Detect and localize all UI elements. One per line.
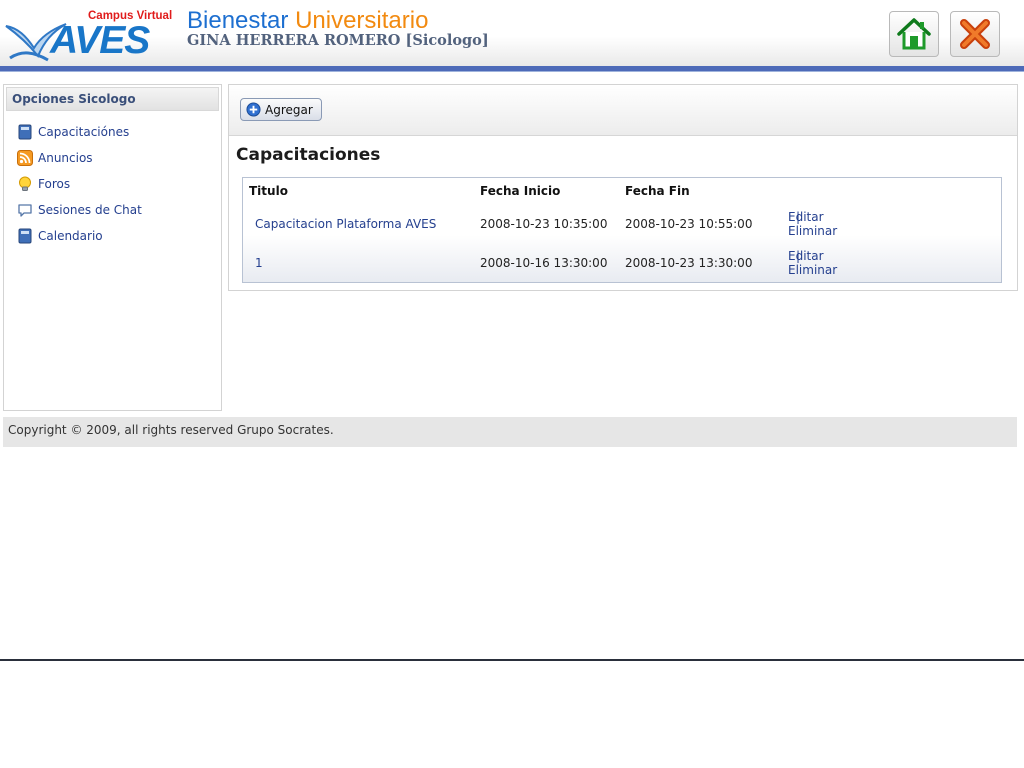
- table-row: 1 2008-10-16 13:30:00 2008-10-23 13:30:0…: [243, 245, 1001, 283]
- row-start-date: 2008-10-16 13:30:00: [480, 256, 608, 270]
- column-header-fecha-fin: Fecha Fin: [625, 184, 690, 198]
- close-icon: [960, 19, 990, 49]
- table-header: Titulo Fecha Inicio Fecha Fin: [243, 178, 1001, 204]
- delete-link[interactable]: Eliminar: [788, 224, 837, 238]
- chat-bubble-icon: [18, 204, 32, 217]
- table-row: Capacitacion Plataforma AVES 2008-10-23 …: [243, 206, 1001, 244]
- bottom-divider: [0, 659, 1024, 661]
- rss-icon: [17, 150, 33, 166]
- sidebar-item-label: Capacitaciónes: [38, 125, 130, 139]
- app-title: Bienestar Universitario: [187, 7, 428, 35]
- row-title-link[interactable]: Capacitacion Plataforma AVES: [255, 217, 436, 231]
- aves-logo: Campus Virtual AVES: [4, 8, 172, 62]
- book-icon: [18, 124, 32, 140]
- row-end-date: 2008-10-23 13:30:00: [625, 256, 753, 270]
- capacitaciones-table: Titulo Fecha Inicio Fecha Fin Capacitaci…: [242, 177, 1002, 283]
- column-header-fecha-inicio: Fecha Inicio: [480, 184, 561, 198]
- app-title-part1: Bienestar: [187, 7, 289, 34]
- home-button[interactable]: [889, 11, 939, 57]
- section-title: Capacitaciones: [236, 145, 381, 165]
- add-circle-icon: [246, 102, 261, 117]
- row-title-link[interactable]: 1: [255, 256, 263, 270]
- delete-link[interactable]: Eliminar: [788, 263, 837, 277]
- user-name: GINA HERRERA ROMERO [Sicologo]: [187, 32, 489, 49]
- column-header-titulo: Titulo: [249, 184, 288, 198]
- add-button-label: Agregar: [265, 102, 313, 117]
- lightbulb-icon: [19, 176, 31, 191]
- sidebar-item-label: Anuncios: [38, 151, 93, 165]
- header: Campus Virtual AVES Bienestar Universita…: [0, 0, 1024, 66]
- home-icon: [897, 18, 931, 50]
- book-icon: [18, 228, 32, 244]
- sidebar-item-capacitaciones[interactable]: Capacitaciónes: [4, 119, 221, 145]
- header-divider: [0, 66, 1024, 72]
- action-separator: |: [796, 249, 801, 263]
- sidebar-item-sesiones-de-chat[interactable]: Sesiones de Chat: [4, 197, 221, 223]
- edit-link[interactable]: Editar: [788, 210, 824, 224]
- sidebar-item-anuncios[interactable]: Anuncios: [4, 145, 221, 171]
- sidebar-item-calendario[interactable]: Calendario: [4, 223, 221, 249]
- app-title-part2: Universitario: [295, 7, 429, 34]
- sidebar-item-label: Sesiones de Chat: [38, 203, 142, 217]
- footer: Copyright © 2009, all rights reserved Gr…: [3, 417, 1017, 447]
- sidebar-item-label: Foros: [38, 177, 71, 191]
- add-button[interactable]: Agregar: [240, 98, 322, 121]
- row-start-date: 2008-10-23 10:35:00: [480, 217, 608, 231]
- logo-wordmark: AVES: [50, 19, 150, 62]
- action-separator: |: [796, 210, 801, 224]
- row-end-date: 2008-10-23 10:55:00: [625, 217, 753, 231]
- main-panel: Agregar Capacitaciones Titulo Fecha Inic…: [228, 84, 1018, 291]
- sidebar-heading: Opciones Sicologo: [6, 87, 219, 111]
- sidebar-menu: Capacitaciónes Anuncios Foros Sesiones d…: [4, 119, 221, 249]
- sidebar-item-foros[interactable]: Foros: [4, 171, 221, 197]
- sidebar-item-label: Calendario: [38, 229, 103, 243]
- toolbar: Agregar: [229, 85, 1017, 136]
- close-button[interactable]: [950, 11, 1000, 57]
- sidebar: Opciones Sicologo Capacitaciónes Anuncio…: [3, 84, 222, 411]
- edit-link[interactable]: Editar: [788, 249, 824, 263]
